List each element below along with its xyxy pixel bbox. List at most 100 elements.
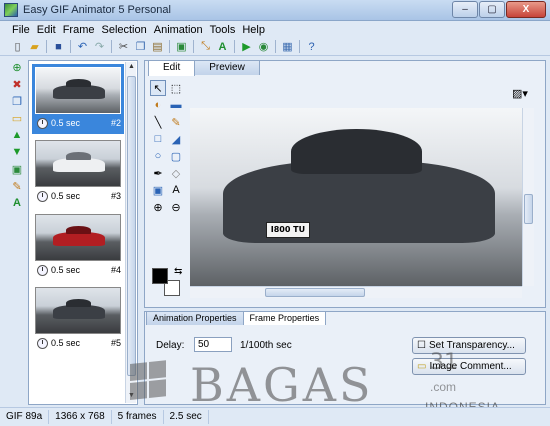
tab-frame-properties[interactable]: Frame Properties	[242, 311, 327, 325]
zoom-in-icon[interactable]: ⊕	[150, 199, 166, 215]
frame-thumbnail	[35, 67, 121, 114]
help-icon[interactable]: ?	[304, 40, 319, 54]
license-plate: I800 TU	[266, 221, 310, 238]
frame-properties-icon[interactable]: ▭	[10, 111, 24, 125]
menu-tools[interactable]: Tools	[210, 24, 236, 36]
eyedropper-icon[interactable]: ✒	[150, 165, 166, 181]
maximize-button[interactable]: ▢	[479, 1, 505, 18]
line-icon[interactable]: ╲	[150, 114, 166, 130]
frame-duration: 0.5 sec	[51, 338, 81, 348]
pointer-icon[interactable]: ↖	[150, 80, 166, 96]
frame-duration: 0.5 sec	[51, 118, 81, 128]
zoom-out-icon[interactable]: ⊖	[168, 199, 184, 215]
image-canvas[interactable]: I800 TU	[190, 108, 522, 286]
frame-duration: 0.5 sec	[51, 265, 81, 275]
gradient-icon[interactable]: ▬	[168, 97, 184, 113]
resize-icon[interactable]: ⤡	[198, 40, 213, 54]
window-title: Easy GIF Animator 5 Personal	[23, 4, 171, 16]
insert-frame-icon[interactable]: ⊕	[10, 60, 24, 74]
frame-number: #4	[110, 265, 121, 275]
delay-label: Delay:	[156, 340, 185, 351]
menu-frame[interactable]: Frame	[63, 24, 95, 36]
swap-colors-icon[interactable]: ⇆	[174, 266, 182, 277]
status-dimensions: 1366 x 768	[49, 410, 112, 424]
frame-item[interactable]: 0.5 sec #3	[32, 137, 124, 207]
clock-icon	[37, 338, 48, 349]
rounded-rect-icon[interactable]: ▢	[168, 148, 184, 164]
app-icon	[4, 3, 18, 17]
frames-scrollbar[interactable]: ▲ ▼	[125, 62, 136, 403]
status-format: GIF 89a	[0, 410, 50, 424]
menu-file[interactable]: File	[12, 24, 30, 36]
pencil-icon[interactable]: ✎	[168, 114, 184, 130]
frame-item[interactable]: 0.5 sec #5	[32, 284, 124, 354]
fill-icon[interactable]: ◐	[150, 97, 166, 113]
delete-frame-icon[interactable]: ✖	[10, 77, 24, 91]
frames-panel: 0.5 sec #2 0.5 sec #3 0.5 sec #4 0.5 sec…	[28, 60, 138, 405]
delay-input[interactable]: 50	[194, 337, 232, 352]
canvas-horizontal-scrollbar[interactable]	[190, 286, 522, 298]
title-bar: Easy GIF Animator 5 Personal – ▢ X	[0, 0, 550, 21]
cut-icon[interactable]: ✂	[116, 40, 131, 54]
tab-edit[interactable]: Edit	[148, 60, 196, 76]
drawing-tools: ↖ ⬚ ◐ ▬ ╲ ✎ □ ◢ ○ ▢ ✒ ◇ ▣ A ⊕ ⊖	[150, 80, 186, 220]
image-icon[interactable]: ▣	[10, 162, 24, 176]
text-effect-icon[interactable]: A	[215, 40, 230, 54]
set-transparency-label: Set Transparency...	[428, 340, 515, 351]
clock-icon	[37, 118, 48, 129]
select-rect-icon[interactable]: ⬚	[168, 80, 184, 96]
new-icon[interactable]: ▯	[10, 40, 25, 54]
frame-item[interactable]: 0.5 sec #2	[32, 64, 124, 134]
preview-browser-icon[interactable]: ◉	[256, 40, 271, 54]
rectangle-icon[interactable]: □	[150, 131, 166, 147]
open-icon[interactable]: ▰	[27, 40, 42, 54]
move-up-icon[interactable]: ▲	[10, 128, 24, 142]
frame-number: #5	[110, 338, 121, 348]
frame-thumbnail	[35, 287, 121, 334]
frame-thumbnail	[35, 140, 121, 187]
text-tool-icon[interactable]: A	[168, 182, 184, 198]
frame-item[interactable]: 0.5 sec #4	[32, 211, 124, 281]
ellipse-icon[interactable]: ○	[150, 148, 166, 164]
export-icon[interactable]: ▦	[280, 40, 295, 54]
status-bar: GIF 89a 1366 x 768 5 frames 2.5 sec	[0, 407, 550, 426]
frame-number: #3	[110, 191, 121, 201]
frame-duration: 0.5 sec	[51, 191, 81, 201]
duplicate-frame-icon[interactable]: ❐	[10, 94, 24, 108]
image-comment-label: Image Comment...	[429, 361, 512, 372]
menu-edit[interactable]: Edit	[37, 24, 56, 36]
status-frame-count: 5 frames	[112, 410, 164, 424]
eraser-icon[interactable]: ◇	[168, 165, 184, 181]
move-down-icon[interactable]: ▼	[10, 145, 24, 159]
crop-icon[interactable]: ▣	[174, 40, 189, 54]
checkbox-icon: ☐	[417, 340, 426, 351]
set-transparency-button[interactable]: ☐ Set Transparency...	[412, 337, 526, 354]
main-toolbar: ▯ ▰ ■ ↶ ↷ ✂ ❐ ▤ ▣ ⤡ A ▶ ◉ ▦ ?	[0, 38, 550, 56]
play-icon[interactable]: ▶	[239, 40, 254, 54]
foreground-color-swatch[interactable]	[152, 268, 168, 284]
canvas-options-icon[interactable]: ▨▾	[512, 86, 532, 100]
menu-selection[interactable]: Selection	[101, 24, 146, 36]
clock-icon	[37, 191, 48, 202]
image-insert-icon[interactable]: ▣	[150, 182, 166, 198]
paste-icon[interactable]: ▤	[150, 40, 165, 54]
undo-icon[interactable]: ↶	[75, 40, 90, 54]
comment-icon: ▭	[417, 361, 427, 372]
properties-tabs: Animation Properties Frame Properties	[146, 311, 327, 325]
menu-help[interactable]: Help	[242, 24, 265, 36]
save-icon[interactable]: ■	[51, 40, 66, 54]
text-icon[interactable]: A	[10, 196, 24, 210]
copy-icon[interactable]: ❐	[133, 40, 148, 54]
filled-shape-icon[interactable]: ◢	[168, 131, 184, 147]
menu-animation[interactable]: Animation	[154, 24, 203, 36]
minimize-button[interactable]: –	[452, 1, 478, 18]
magic-wand-icon[interactable]: ✎	[10, 179, 24, 193]
menu-bar: File Edit Frame Selection Animation Tool…	[0, 22, 550, 38]
tab-animation-properties[interactable]: Animation Properties	[146, 311, 244, 325]
frame-number: #2	[110, 118, 121, 128]
redo-icon[interactable]: ↷	[92, 40, 107, 54]
tab-preview[interactable]: Preview	[194, 60, 260, 75]
image-comment-button[interactable]: ▭ Image Comment...	[412, 358, 526, 375]
close-button[interactable]: X	[506, 1, 546, 18]
canvas-vertical-scrollbar[interactable]	[522, 108, 534, 286]
